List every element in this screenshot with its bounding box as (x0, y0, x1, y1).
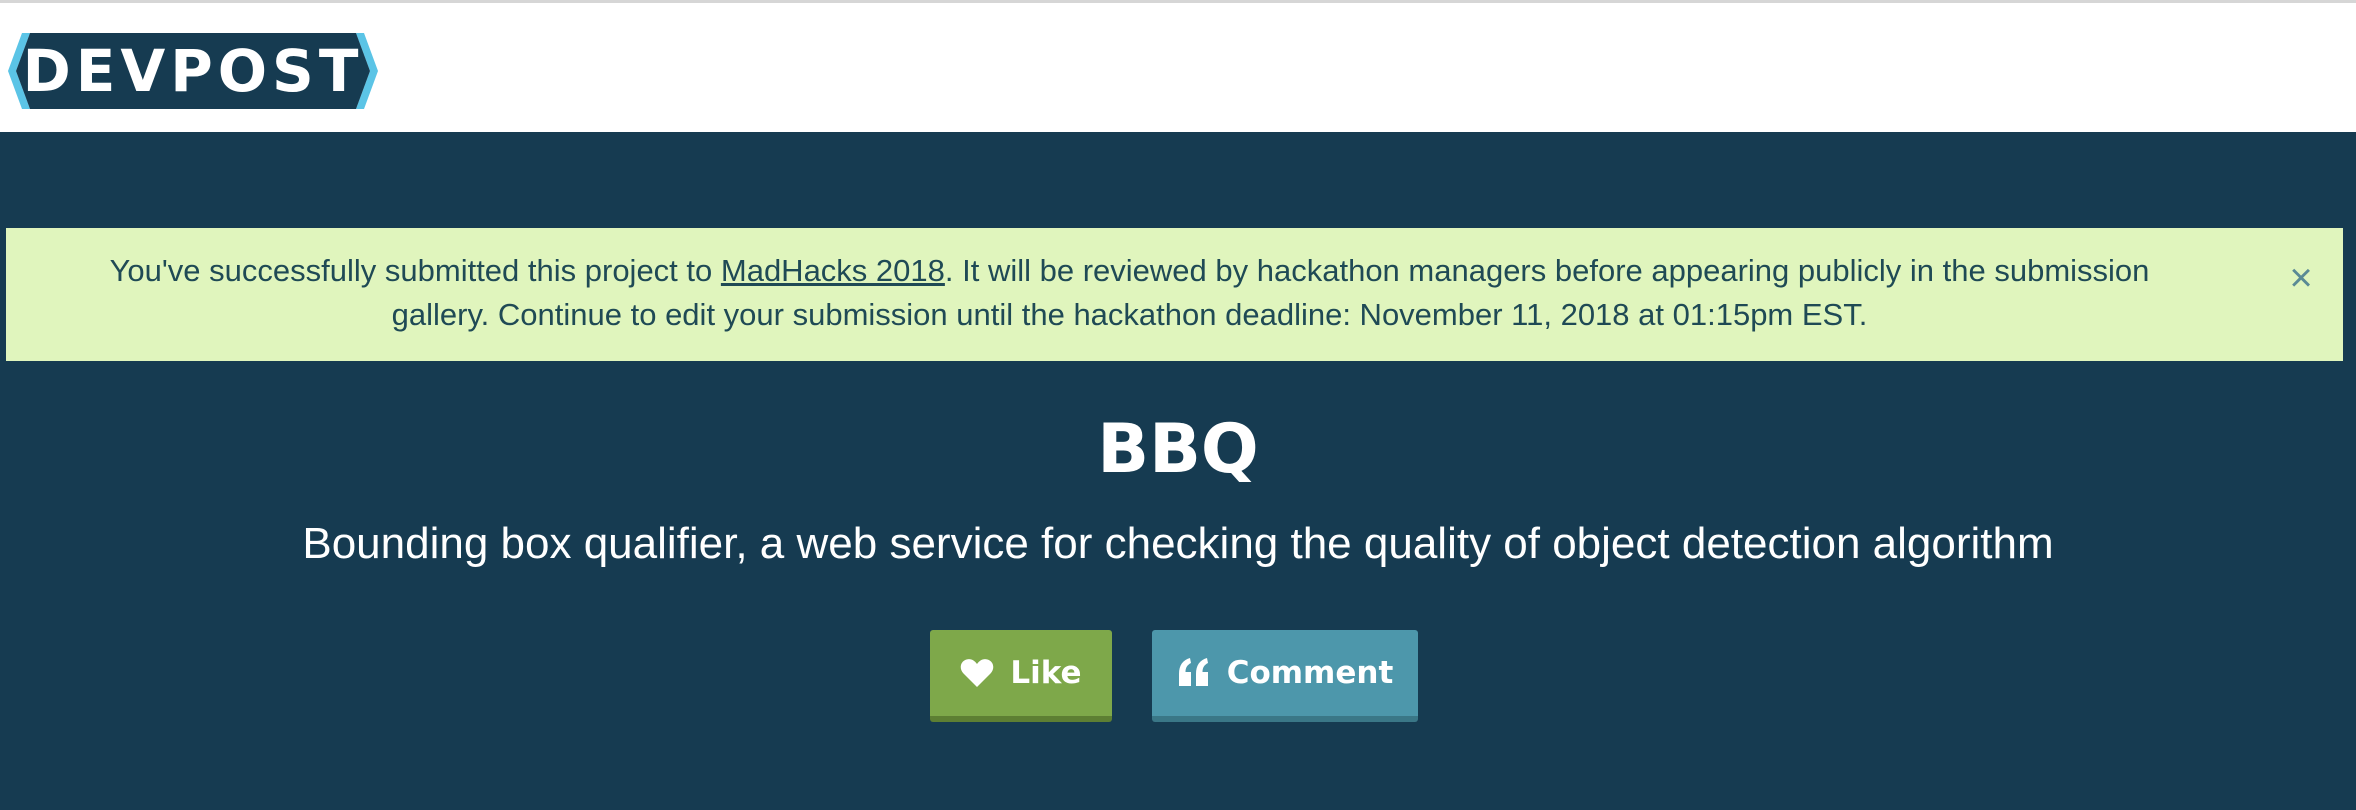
flash-text-before: You've successfully submitted this proje… (109, 253, 721, 288)
top-navbar: DEVPOST (0, 0, 2356, 132)
heart-icon (960, 658, 994, 688)
project-hero: You've successfully submitted this proje… (0, 132, 2356, 810)
like-label: Like (1010, 655, 1082, 691)
logo-text: DEVPOST (22, 37, 364, 105)
comment-label: Comment (1226, 655, 1394, 691)
project-tagline: Bounding box qualifier, a web service fo… (302, 519, 2054, 568)
devpost-logo[interactable]: DEVPOST (8, 33, 378, 109)
quote-icon (1177, 658, 1211, 688)
comment-button[interactable]: Comment (1152, 630, 1418, 722)
hackathon-link[interactable]: MadHacks 2018 (721, 253, 945, 288)
like-button[interactable]: Like (930, 630, 1112, 722)
project-title: BBQ (1097, 410, 1259, 489)
success-flash-message: You've successfully submitted this proje… (6, 228, 2343, 361)
close-icon[interactable]: × (2281, 258, 2321, 298)
